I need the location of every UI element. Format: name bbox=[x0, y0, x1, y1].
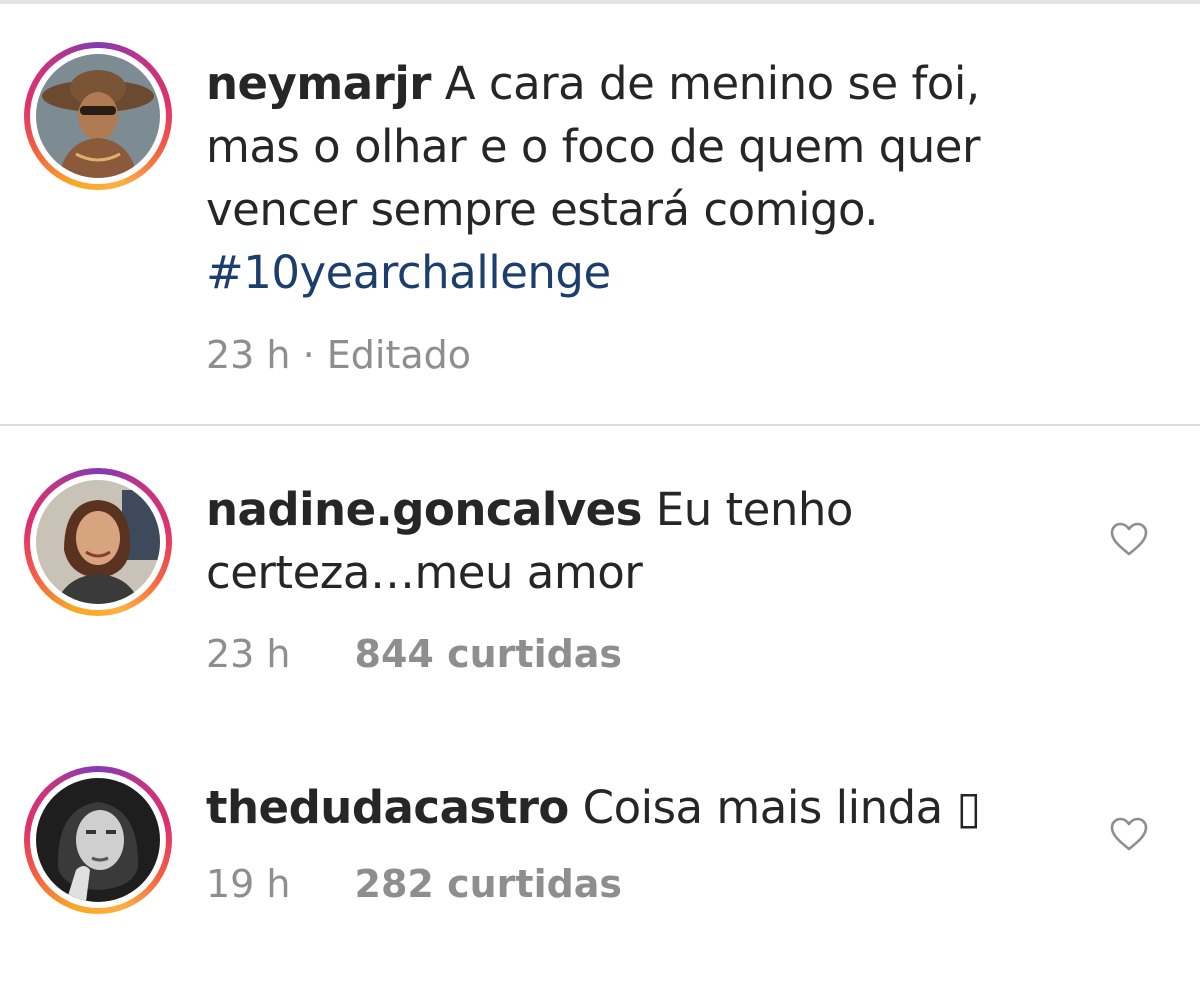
comment-meta: 19 h 282 curtidas bbox=[206, 862, 622, 906]
avatar-photo bbox=[36, 778, 160, 902]
heart-outline-icon[interactable] bbox=[1109, 521, 1149, 557]
caption-hashtag[interactable]: #10yearchallenge bbox=[206, 246, 611, 299]
caption-time: 23 h · Editado bbox=[206, 333, 471, 377]
avatar-photo bbox=[36, 54, 160, 178]
comment-meta: 23 h 844 curtidas bbox=[206, 632, 622, 676]
comment-likes[interactable]: 282 curtidas bbox=[355, 862, 623, 906]
avatar-neymarjr[interactable] bbox=[24, 42, 172, 190]
comment-time: 19 h bbox=[206, 862, 291, 906]
comment-text: thedudacastro Coisa mais linda ▯ bbox=[206, 776, 1066, 839]
comment-likes[interactable]: 844 curtidas bbox=[355, 632, 623, 676]
caption-timestamp: 23 h · Editado bbox=[206, 333, 471, 377]
comment-time: 23 h bbox=[206, 632, 291, 676]
comment-username[interactable]: nadine.goncalves bbox=[206, 483, 642, 536]
divider bbox=[0, 424, 1200, 426]
caption-text: neymarjr A cara de menino se foi, mas o … bbox=[206, 52, 1086, 304]
caption-username[interactable]: neymarjr bbox=[206, 57, 431, 110]
comment-username[interactable]: thedudacastro bbox=[206, 781, 569, 834]
heart-outline-icon[interactable] bbox=[1109, 816, 1149, 852]
comment-text: nadine.goncalves Eu tenho certeza…meu am… bbox=[206, 478, 1066, 604]
top-border bbox=[0, 0, 1200, 4]
avatar-thedudacastro[interactable] bbox=[24, 766, 172, 914]
avatar-photo bbox=[36, 480, 160, 604]
comment-body: Coisa mais linda ▯ bbox=[568, 781, 982, 834]
avatar-nadine-goncalves[interactable] bbox=[24, 468, 172, 616]
